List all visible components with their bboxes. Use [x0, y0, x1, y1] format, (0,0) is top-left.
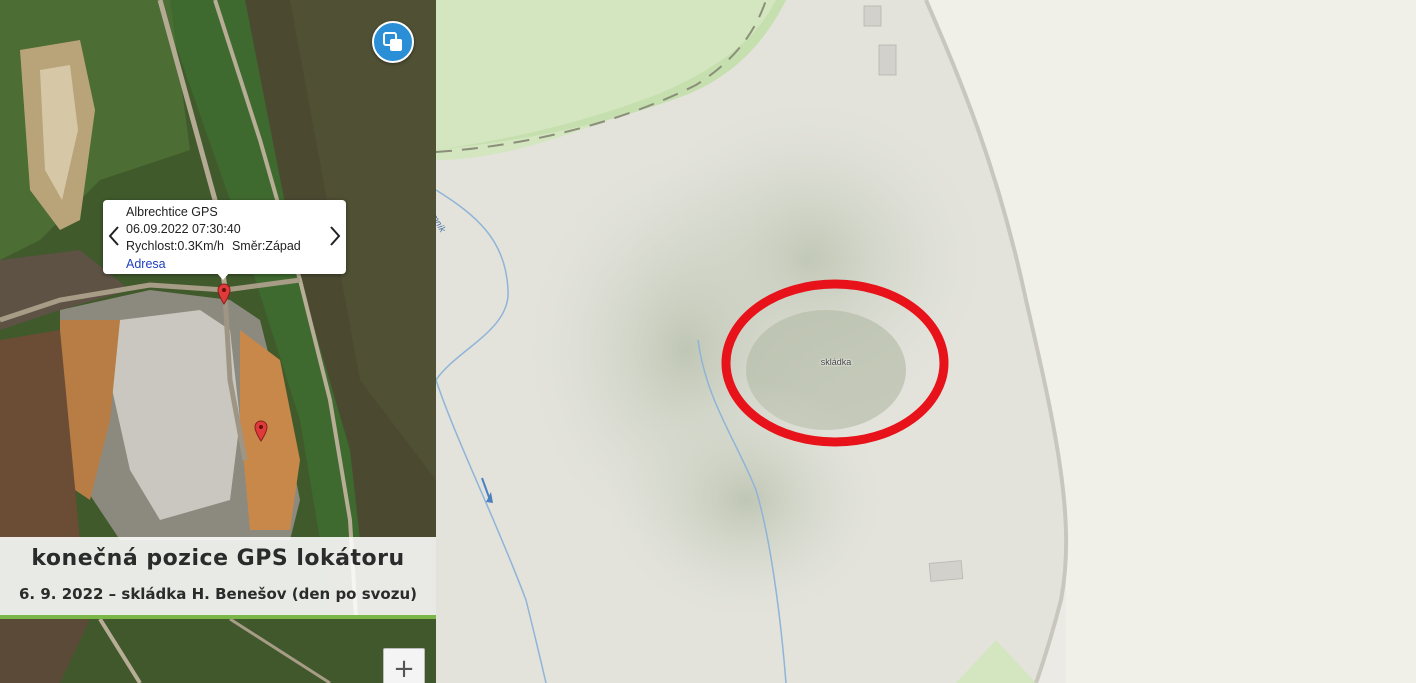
- street-map-pane[interactable]: mník: [436, 0, 1416, 683]
- caption-title: konečná pozice GPS lokátoru: [31, 546, 405, 571]
- zoom-in-button[interactable]: +: [383, 648, 425, 683]
- gps-marker-previous[interactable]: [254, 420, 268, 442]
- terrain-map: [436, 0, 1416, 683]
- layers-switch-icon: [383, 32, 402, 51]
- gps-info-popup: Albrechtice GPS 06.09.2022 07:30:40 Rych…: [103, 200, 346, 274]
- caption-accent-bar: [0, 615, 436, 619]
- speed-direction: Rychlost:0.3Km/h Směr:Západ: [126, 239, 301, 253]
- map-pin-icon: [254, 420, 268, 442]
- direction-value: Směr:Západ: [231, 239, 301, 253]
- caption-subtitle: 6. 9. 2022 – skládka H. Benešov (den po …: [18, 585, 417, 603]
- address-link[interactable]: Adresa: [126, 257, 166, 271]
- device-name: Albrechtice GPS: [126, 205, 218, 219]
- gps-marker-current[interactable]: [217, 283, 231, 305]
- layers-switch-button[interactable]: [372, 21, 414, 63]
- speed-value: Rychlost:0.3Km/h: [126, 239, 224, 253]
- next-arrow-icon[interactable]: [328, 225, 342, 247]
- video-caption: konečná pozice GPS lokátoru 6. 9. 2022 –…: [0, 537, 436, 615]
- popup-tail: [216, 272, 230, 280]
- satellite-map-pane[interactable]: Albrechtice GPS 06.09.2022 07:30:40 Rych…: [0, 0, 436, 683]
- map-pin-icon: [217, 283, 231, 305]
- landfill-label: skládka: [820, 357, 852, 367]
- previous-arrow-icon[interactable]: [107, 225, 121, 247]
- timestamp: 06.09.2022 07:30:40: [126, 222, 241, 236]
